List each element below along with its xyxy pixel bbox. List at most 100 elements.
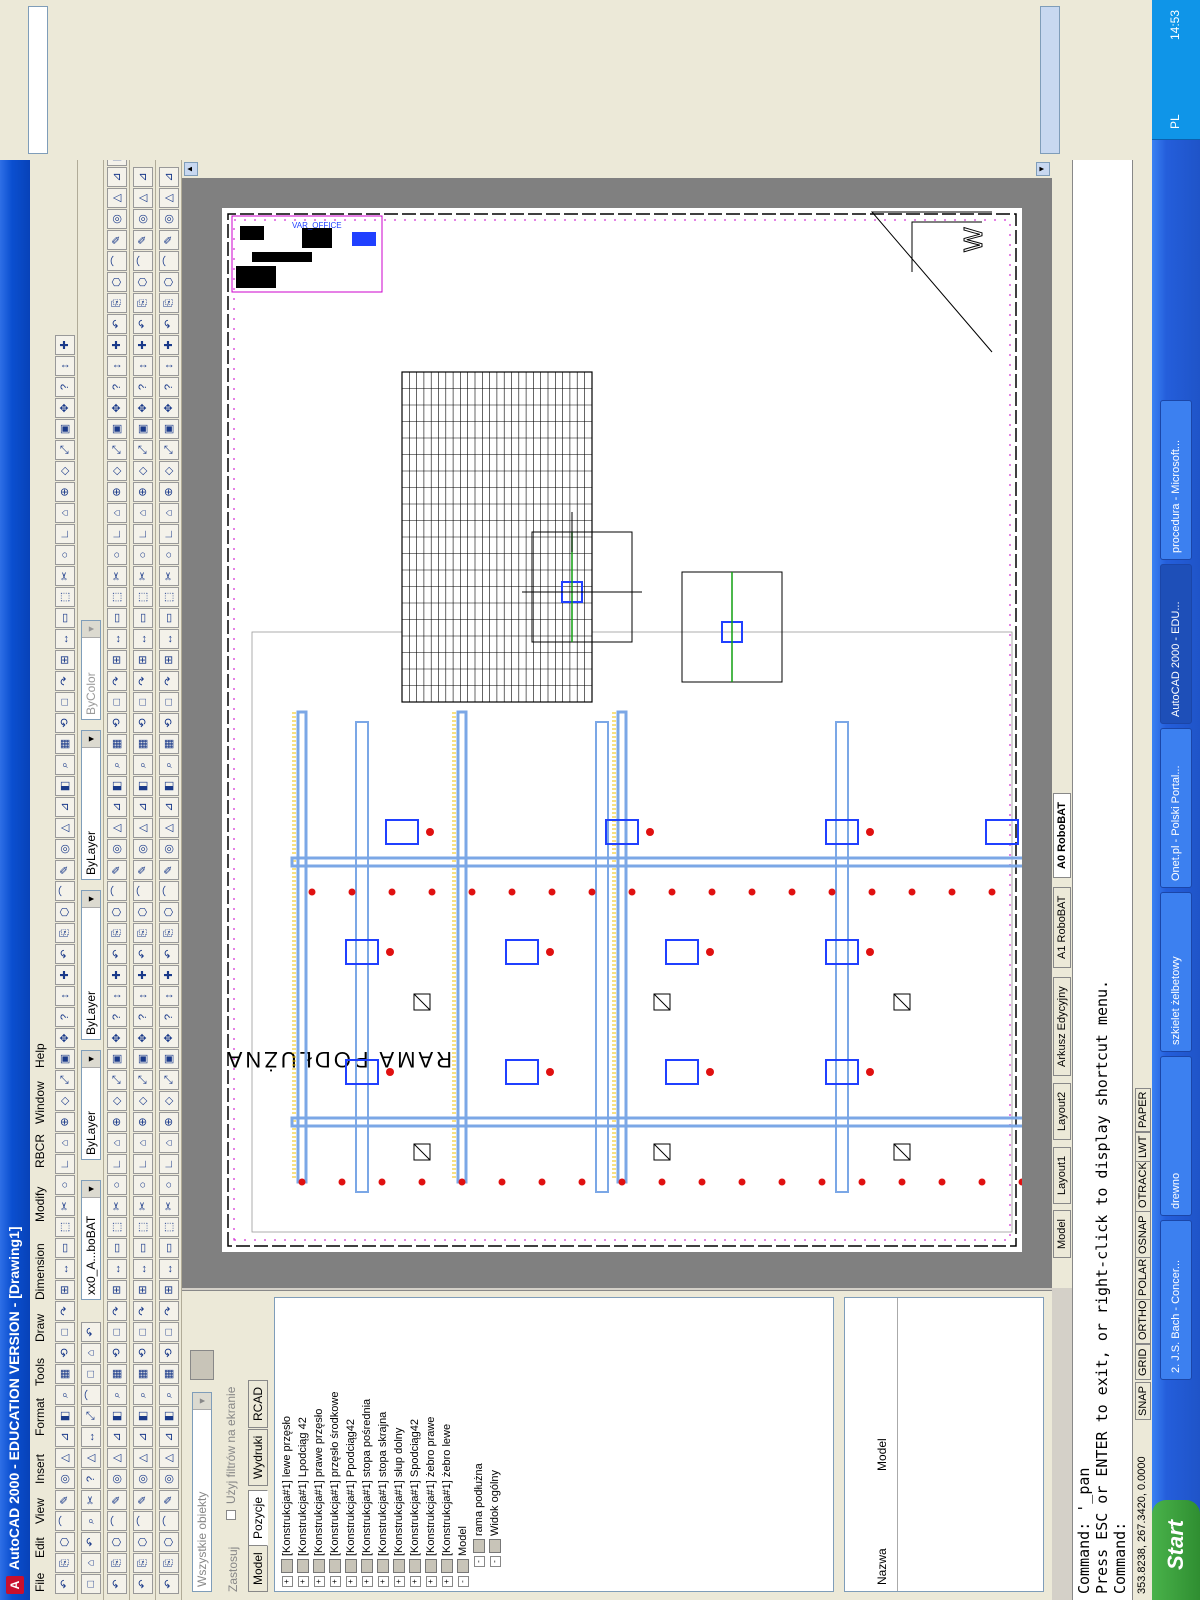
toolbar-tool-icon[interactable]: ✎: [55, 1490, 75, 1510]
toolbar-tool-icon[interactable]: ↶: [107, 314, 127, 334]
start-button[interactable]: Start: [1152, 1500, 1200, 1600]
expand-icon[interactable]: +: [393, 1576, 405, 1587]
toolbar-tool-icon[interactable]: ⌕: [159, 755, 179, 775]
toolbar-tool-icon[interactable]: ✥: [55, 398, 75, 418]
toolbar-tool-icon[interactable]: ◧: [107, 1406, 127, 1426]
toolbar-tool-icon[interactable]: ?: [159, 377, 179, 397]
expand-icon[interactable]: -: [457, 1576, 469, 1587]
toolbar-tool-icon[interactable]: ⌒: [107, 1511, 127, 1531]
layout-tab-model[interactable]: Model: [1053, 1210, 1071, 1258]
toolbar-tool-icon[interactable]: ⬚: [55, 587, 75, 607]
layer-tool-icon[interactable]: ⤢: [81, 1406, 101, 1426]
toolbar-tool-icon[interactable]: ◧: [133, 1406, 153, 1426]
toolbar-tool-icon[interactable]: ⊞: [55, 650, 75, 670]
toolbar-tool-icon[interactable]: ⤢: [107, 1070, 127, 1090]
menu-window[interactable]: Window: [33, 1081, 47, 1124]
toolbar-tool-icon[interactable]: ⬡: [55, 1532, 75, 1552]
toolbar-tool-icon[interactable]: ⎘: [107, 293, 127, 313]
dock-scroll[interactable]: [1040, 6, 1060, 154]
toolbar-tool-icon[interactable]: ✥: [133, 1028, 153, 1048]
toolbar-tool-icon[interactable]: ◎: [55, 1469, 75, 1489]
toolbar-tool-icon[interactable]: ▣: [55, 419, 75, 439]
tree-item[interactable]: + [Konstrukcja#1] słup dolny: [393, 1428, 406, 1587]
menu-file[interactable]: File: [33, 1573, 47, 1592]
layer-tool-icon[interactable]: □: [81, 1574, 101, 1594]
toolbar-tool-icon[interactable]: ▦: [133, 1364, 153, 1384]
toolbar-tool-icon[interactable]: ∟: [107, 1154, 127, 1174]
toolbar-tool-icon[interactable]: ⎘: [133, 923, 153, 943]
toolbar-tool-icon[interactable]: ⬡: [159, 272, 179, 292]
toolbar-tool-icon[interactable]: ⊞: [107, 1280, 127, 1300]
toolbar-tool-icon[interactable]: ▦: [133, 734, 153, 754]
toolbar-tool-icon[interactable]: ⬚: [55, 1217, 75, 1237]
toolbar-tool-icon[interactable]: ✥: [55, 1028, 75, 1048]
toolbar-tool-icon[interactable]: ◧: [55, 776, 75, 796]
toolbar-tool-icon[interactable]: ⬡: [133, 902, 153, 922]
toolbar-tool-icon[interactable]: ◇: [159, 1091, 179, 1111]
task-drewno[interactable]: drewno: [1160, 1056, 1192, 1216]
toolbar-tool-icon[interactable]: ◧: [107, 776, 127, 796]
toolbar-tool-icon[interactable]: ?: [159, 1007, 179, 1027]
layer-tool-icon[interactable]: △: [81, 1448, 101, 1468]
toolbar-tool-icon[interactable]: ⊕: [55, 482, 75, 502]
toolbar-tool-icon[interactable]: ⟲: [107, 1343, 127, 1363]
toolbar-tool-icon[interactable]: ⊕: [133, 482, 153, 502]
toolbar-tool-icon[interactable]: ◎: [133, 1469, 153, 1489]
toolbar-tool-icon[interactable]: ↶: [159, 944, 179, 964]
toolbar-tool-icon[interactable]: ◎: [107, 839, 127, 859]
position-tree[interactable]: + [Konstrukcja#1] lewe przęsło + [Konstrukc…: [274, 1297, 834, 1592]
toolbar-tool-icon[interactable]: ◎: [159, 839, 179, 859]
toolbar-tool-icon[interactable]: ✚: [55, 335, 75, 355]
toolbar-tool-icon[interactable]: ∟: [133, 1154, 153, 1174]
toolbar-tool-icon[interactable]: ✎: [55, 860, 75, 880]
toolbar-tool-icon[interactable]: ⌂: [159, 1133, 179, 1153]
toolbar-tool-icon[interactable]: ○: [159, 1175, 179, 1195]
toolbar-tool-icon[interactable]: ⟲: [107, 713, 127, 733]
menu-dimension[interactable]: Dimension: [33, 1243, 47, 1300]
toolbar-tool-icon[interactable]: ◎: [133, 209, 153, 229]
toolbar-tool-icon[interactable]: ▭: [107, 1238, 127, 1258]
toolbar-tool-icon[interactable]: ∟: [159, 524, 179, 544]
toolbar-tool-icon[interactable]: ↶: [107, 944, 127, 964]
toolbar-tool-icon[interactable]: ○: [133, 1175, 153, 1195]
toolbar-tool-icon[interactable]: ✚: [107, 335, 127, 355]
toolbar-tool-icon[interactable]: ?: [107, 1007, 127, 1027]
toolbar-tool-icon[interactable]: ⊕: [107, 482, 127, 502]
toolbar-tool-icon[interactable]: ⟲: [55, 713, 75, 733]
toolbar-tool-icon[interactable]: △: [159, 818, 179, 838]
toolbar-tool-icon[interactable]: △: [55, 1448, 75, 1468]
tree-item[interactable]: - Model: [457, 1526, 470, 1587]
toolbar-tool-icon[interactable]: ⎘: [133, 1553, 153, 1573]
toolbar-tool-icon[interactable]: ⊞: [133, 650, 153, 670]
toolbar-tool-icon[interactable]: ↕: [55, 356, 75, 376]
toolbar-tool-icon[interactable]: ⬡: [133, 1532, 153, 1552]
tree-item[interactable]: + [Konstrukcja#1] żebro prawe: [425, 1417, 438, 1587]
expand-icon[interactable]: -: [489, 1556, 501, 1567]
toolbar-tool-icon[interactable]: △: [107, 818, 127, 838]
toolbar-tool-icon[interactable]: ⬡: [107, 1532, 127, 1552]
toolbar-tool-icon[interactable]: ↶: [133, 944, 153, 964]
toolbar-tool-icon[interactable]: ○: [159, 545, 179, 565]
toolbar-tool-icon[interactable]: ↷: [133, 671, 153, 691]
toolbar-tool-icon[interactable]: ⊿: [55, 1427, 75, 1447]
toolbar-tool-icon[interactable]: ⎘: [159, 923, 179, 943]
menu-draw[interactable]: Draw: [33, 1314, 47, 1342]
layer-tool-icon[interactable]: ?: [81, 1469, 101, 1489]
scroll-up-button[interactable]: ▲: [184, 162, 198, 176]
toolbar-tool-icon[interactable]: ◎: [159, 1469, 179, 1489]
tab-rcad[interactable]: RCAD: [248, 1379, 268, 1428]
toolbar-tool-icon[interactable]: ↔: [55, 629, 75, 649]
tab-model[interactable]: Model: [248, 1545, 268, 1592]
toolbar-tool-icon[interactable]: ↷: [107, 671, 127, 691]
toolbar-tool-icon[interactable]: ◇: [159, 461, 179, 481]
task-bach[interactable]: 2. J.S. Bach - Concer...: [1160, 1220, 1192, 1380]
toolbar-tool-icon[interactable]: ▭: [55, 608, 75, 628]
toolbar-tool-icon[interactable]: ⎘: [159, 293, 179, 313]
toolbar-tool-icon[interactable]: ↷: [55, 671, 75, 691]
toolbar-tool-icon[interactable]: ↷: [133, 1301, 153, 1321]
layout-tab-layout1[interactable]: Layout1: [1053, 1146, 1071, 1204]
toolbar-tool-icon[interactable]: ⊞: [133, 1280, 153, 1300]
toolbar-tool-icon[interactable]: ⬚: [107, 587, 127, 607]
toolbar-tool-icon[interactable]: ⊕: [133, 1112, 153, 1132]
toolbar-tool-icon[interactable]: ◧: [159, 1406, 179, 1426]
